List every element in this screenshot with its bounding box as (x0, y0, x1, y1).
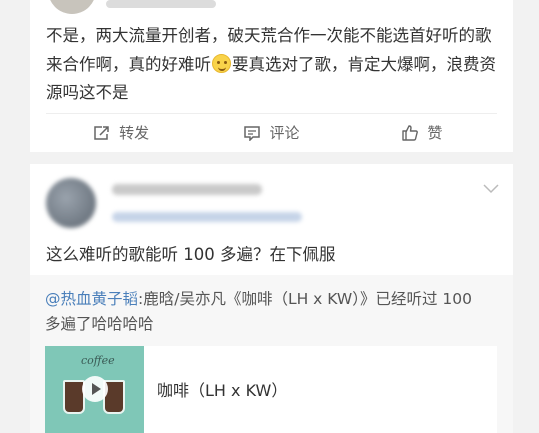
post-text: 不是，两大流量开创者，破天荒合作一次能不能选首好听的歌来合作啊，真的好难听 要真选… (46, 22, 502, 108)
comment-label: 评论 (269, 124, 300, 142)
username-blurred (106, 0, 216, 8)
like-label: 赞 (427, 124, 443, 142)
like-button[interactable]: 赞 (347, 114, 497, 151)
avatar[interactable] (46, 178, 96, 228)
quoted-post-text: @热血黄子韬:鹿晗/吴亦凡《咖啡（LH x KW）》已经听过 100 多遍了哈哈… (45, 287, 490, 337)
post-meta-blurred (112, 212, 302, 222)
comment-icon (244, 125, 261, 141)
comment-button[interactable]: 评论 (196, 114, 346, 151)
sweat-smile-emoji-icon (212, 53, 231, 73)
thumbnail-text: coffee (81, 354, 115, 367)
album-thumbnail: coffee (45, 346, 144, 433)
post-card-2: 这么难听的歌能听 100 多遍？在下佩服 @热血黄子韬:鹿晗/吴亦凡《咖啡（LH… (30, 164, 513, 433)
music-card[interactable]: coffee 咖啡（LH x KW） (45, 346, 497, 433)
song-title: 咖啡（LH x KW） (157, 381, 288, 400)
username-blurred (112, 184, 262, 195)
post-card-1: 不是，两大流量开创者，破天荒合作一次能不能选首好听的歌来合作啊，真的好难听 要真选… (30, 0, 513, 152)
quoted-post[interactable]: @热血黄子韬:鹿晗/吴亦凡《咖啡（LH x KW）》已经听过 100 多遍了哈哈… (30, 275, 513, 433)
action-bar: 转发 评论 赞 (46, 113, 497, 151)
chevron-down-icon[interactable] (483, 184, 499, 194)
repost-button[interactable]: 转发 (46, 114, 196, 151)
mention-link[interactable]: @热血黄子韬 (45, 290, 138, 308)
play-icon[interactable] (82, 376, 108, 402)
thumbs-up-icon (402, 125, 419, 141)
post-text: 这么难听的歌能听 100 多遍？在下佩服 (46, 245, 336, 264)
repost-label: 转发 (119, 124, 150, 142)
repost-icon (94, 125, 109, 140)
avatar[interactable] (48, 0, 96, 14)
